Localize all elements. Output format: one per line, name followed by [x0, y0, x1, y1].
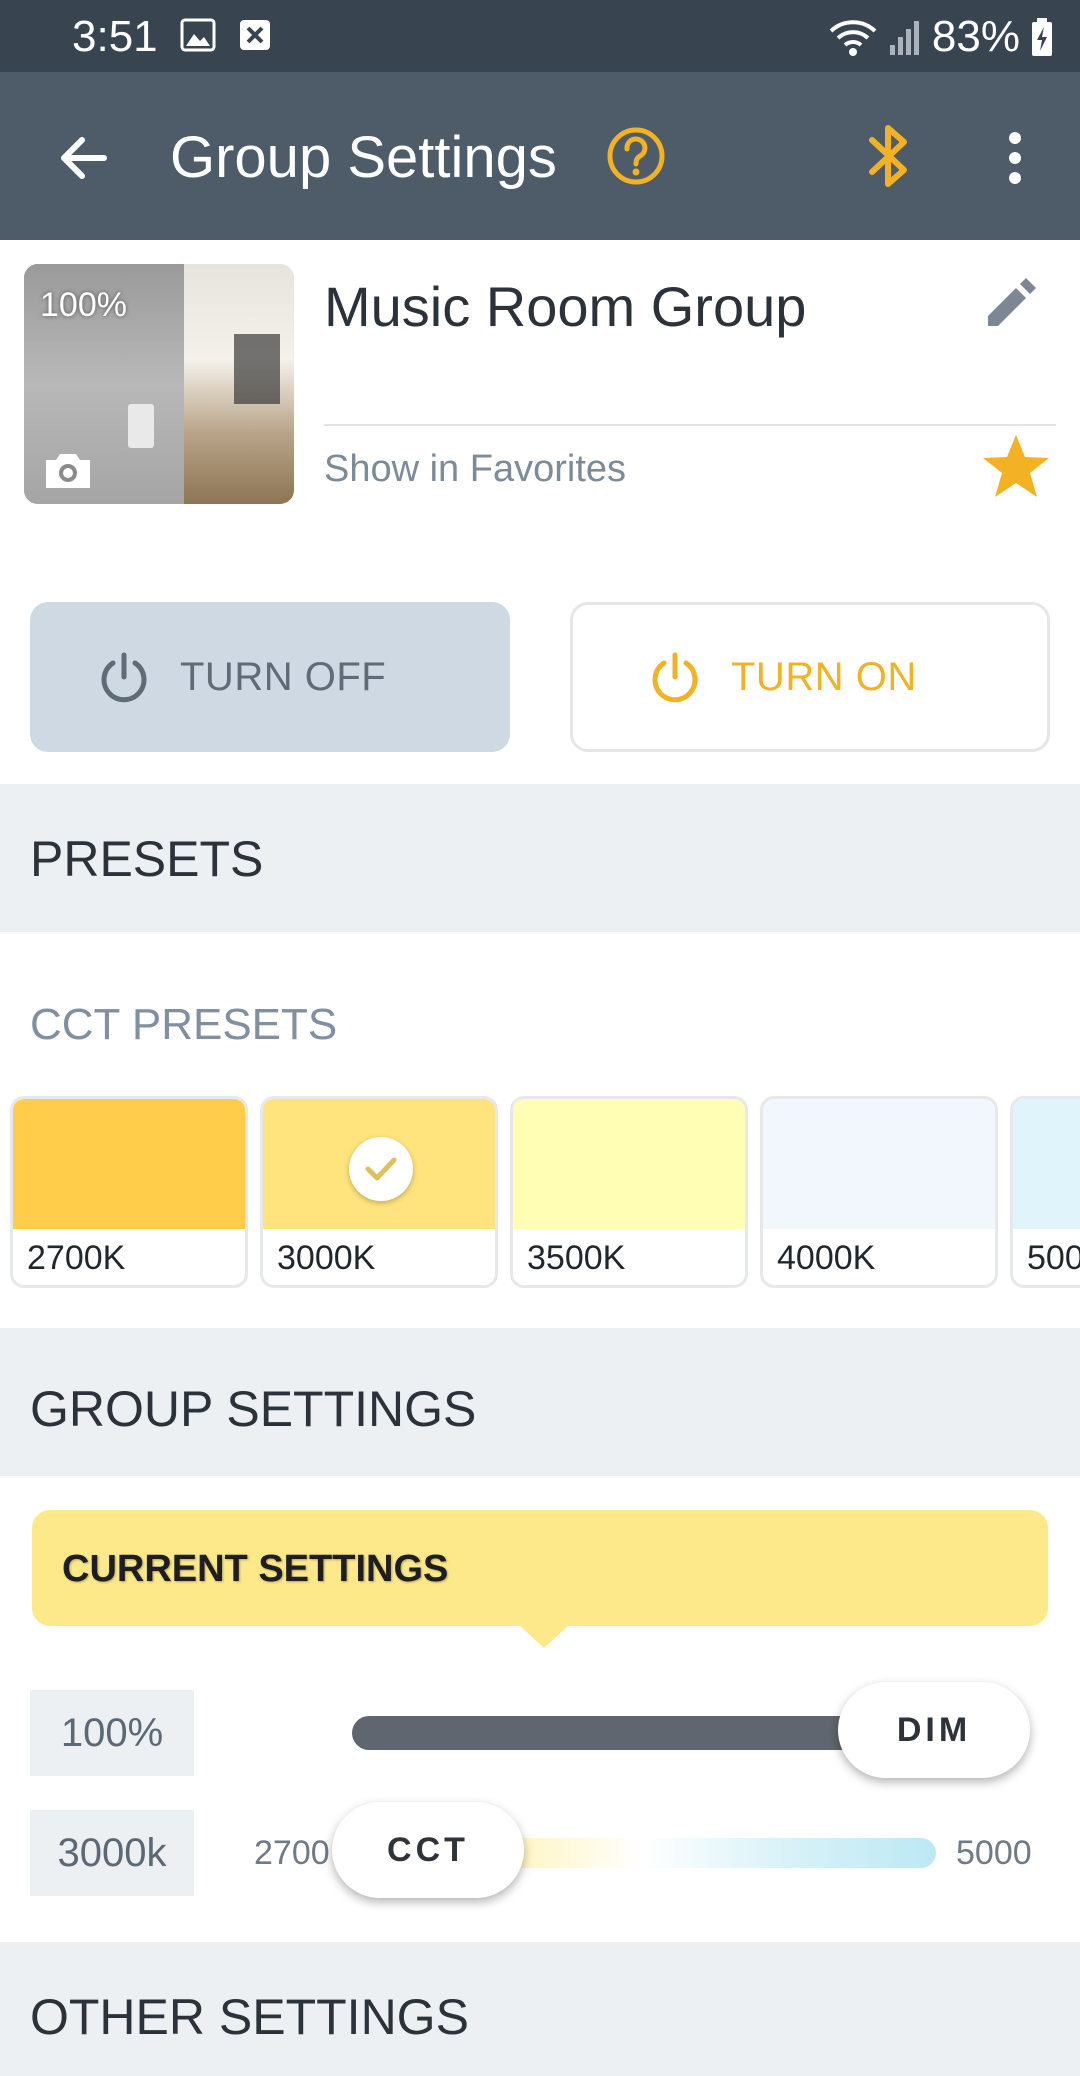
status-bar: 3:51 83% — [0, 0, 1080, 72]
power-icon — [652, 652, 698, 703]
status-time: 3:51 — [72, 12, 158, 61]
preset-card-3000k[interactable]: 3000K — [260, 1096, 498, 1288]
current-settings-label: CURRENT SETTINGS — [62, 1548, 449, 1590]
image-icon — [180, 18, 216, 52]
turn-on-label: TURN ON — [731, 654, 917, 699]
banner-pointer — [518, 1624, 570, 1648]
group-settings-section-header: GROUP SETTINGS — [0, 1328, 1080, 1476]
preset-card-2700k[interactable]: 2700K — [10, 1096, 248, 1288]
preset-card-5000k[interactable]: 5000K — [1010, 1096, 1080, 1288]
preset-label: 3000K — [277, 1239, 376, 1277]
selected-check-icon — [349, 1137, 413, 1201]
status-right-group: 83% — [828, 12, 1054, 62]
wifi-icon — [829, 20, 877, 56]
current-settings-banner: CURRENT SETTINGS — [32, 1510, 1048, 1626]
photo-wall-art — [234, 334, 280, 404]
x-notification-icon — [240, 20, 270, 50]
more-vert-icon[interactable] — [1000, 126, 1030, 190]
preset-card-4000k[interactable]: 4000K — [760, 1096, 998, 1288]
other-settings-title: OTHER SETTINGS — [30, 1989, 469, 2045]
battery-percentage: 83% — [931, 12, 1020, 61]
favorite-star-icon[interactable] — [980, 432, 1052, 500]
dim-slider-thumb[interactable]: DIM — [838, 1682, 1030, 1778]
cct-value-box: 3000k — [30, 1810, 194, 1896]
preset-label: 5000K — [1027, 1239, 1080, 1277]
camera-icon[interactable] — [42, 448, 94, 492]
turn-on-button[interactable]: TURN ON — [570, 602, 1050, 752]
edit-pencil-icon[interactable] — [978, 276, 1038, 336]
bluetooth-icon[interactable] — [864, 120, 914, 192]
cct-min-label: 2700 — [254, 1834, 330, 1872]
preset-swatch — [1013, 1099, 1080, 1229]
turn-off-button[interactable]: TURN OFF — [30, 602, 510, 752]
presets-title: PRESETS — [30, 831, 264, 887]
other-settings-section-header: OTHER SETTINGS — [0, 1942, 1080, 2076]
preset-label: 2700K — [27, 1239, 126, 1277]
cct-max-label: 5000 — [956, 1834, 1032, 1872]
group-photo[interactable]: 100% — [24, 264, 294, 504]
power-icon — [101, 652, 147, 703]
name-divider — [324, 424, 1056, 426]
presets-section-header: PRESETS — [0, 784, 1080, 932]
cct-presets-heading: CCT PRESETS — [30, 1000, 338, 1049]
page-title: Group Settings — [170, 125, 557, 190]
preset-label: 3500K — [527, 1239, 626, 1277]
preset-swatch — [513, 1099, 745, 1229]
back-arrow-icon[interactable] — [52, 126, 116, 190]
app-bar: Group Settings — [0, 72, 1080, 240]
battery-charging-icon — [1032, 18, 1052, 56]
cct-slider-thumb[interactable]: CCT — [332, 1802, 524, 1898]
preset-swatch — [763, 1099, 995, 1229]
group-settings-title: GROUP SETTINGS — [30, 1381, 477, 1437]
photo-light-switch — [128, 404, 154, 448]
signal-icon — [889, 21, 919, 55]
photo-brightness-label: 100% — [40, 286, 127, 324]
preset-label: 4000K — [777, 1239, 876, 1277]
favorites-label: Show in Favorites — [324, 448, 627, 490]
group-name: Music Room Group — [324, 275, 807, 338]
preset-swatch — [13, 1099, 245, 1229]
help-icon[interactable] — [604, 124, 668, 188]
cct-presets-row[interactable]: 2700K 3000K 3500K 4000K 5000K — [10, 1096, 1080, 1288]
preset-card-3500k[interactable]: 3500K — [510, 1096, 748, 1288]
dim-value-box: 100% — [30, 1690, 194, 1776]
turn-off-label: TURN OFF — [180, 654, 387, 699]
